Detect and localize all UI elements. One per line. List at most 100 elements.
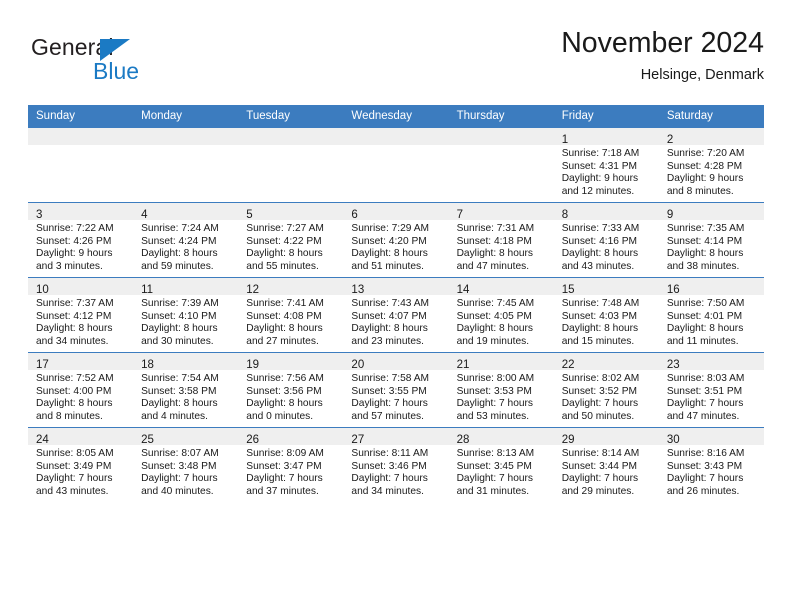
calendar-day-cell[interactable]: 16 Sunrise: 7:50 AM Sunset: 4:01 PM Dayligh… bbox=[658, 277, 764, 353]
day-cell-inner: 29 Sunrise: 8:14 AM Sunset: 3:44 PM Dayligh… bbox=[553, 428, 659, 502]
day-cell-inner bbox=[448, 128, 554, 202]
sunrise-time: Sunrise: 7:24 AM bbox=[141, 223, 219, 234]
day-number: 19 bbox=[246, 359, 260, 371]
calendar-day-cell[interactable]: 29 Sunrise: 8:14 AM Sunset: 3:44 PM Dayligh… bbox=[553, 427, 659, 502]
daylight-duration-line2: and 4 minutes. bbox=[141, 411, 208, 423]
day-cell-details: Sunrise: 7:39 AM Sunset: 4:10 PM Daylight:… bbox=[133, 295, 238, 349]
day-cell-details bbox=[343, 145, 448, 148]
daylight-duration-line1: Daylight: 9 hours bbox=[561, 173, 639, 185]
day-cell-inner: 22 Sunrise: 8:02 AM Sunset: 3:52 PM Dayligh… bbox=[553, 353, 659, 427]
calendar-day-cell[interactable]: 22 Sunrise: 8:02 AM Sunset: 3:52 PM Dayligh… bbox=[553, 352, 659, 428]
calendar-day-cell[interactable]: 19 Sunrise: 7:56 AM Sunset: 3:56 PM Dayligh… bbox=[238, 352, 344, 428]
day-cell-inner: 4 Sunrise: 7:24 AM Sunset: 4:24 PM Daylight… bbox=[133, 203, 239, 277]
calendar-day-cell[interactable]: 12 Sunrise: 7:41 AM Sunset: 4:08 PM Dayligh… bbox=[238, 277, 344, 353]
day-number-band: 16 bbox=[658, 278, 764, 296]
day-number: 16 bbox=[666, 284, 680, 296]
calendar-day-cell[interactable]: 7 Sunrise: 7:31 AM Sunset: 4:18 PM Daylight… bbox=[448, 202, 554, 278]
daylight-duration-line2: and 19 minutes. bbox=[456, 336, 530, 348]
day-cell-inner: 6 Sunrise: 7:29 AM Sunset: 4:20 PM Daylight… bbox=[343, 203, 449, 277]
calendar-day-cell[interactable]: 4 Sunrise: 7:24 AM Sunset: 4:24 PM Daylight… bbox=[133, 202, 239, 278]
general-blue-logo[interactable]: General Blue bbox=[31, 34, 231, 90]
day-cell-inner bbox=[238, 128, 344, 202]
calendar-day-cell[interactable]: 14 Sunrise: 7:45 AM Sunset: 4:05 PM Dayligh… bbox=[448, 277, 554, 353]
daylight-duration-line2: and 40 minutes. bbox=[141, 486, 214, 498]
sunset-time: Sunset: 3:45 PM bbox=[456, 460, 532, 472]
calendar-day-cell[interactable]: 23 Sunrise: 8:03 AM Sunset: 3:51 PM Dayligh… bbox=[658, 352, 764, 428]
day-number: 22 bbox=[561, 359, 575, 371]
daylight-duration-line2: and 26 minutes. bbox=[666, 486, 740, 498]
day-number: 15 bbox=[561, 284, 575, 296]
day-number: 6 bbox=[351, 209, 358, 221]
day-cell-details: Sunrise: 7:37 AM Sunset: 4:12 PM Daylight:… bbox=[28, 295, 133, 349]
day-cell-details bbox=[449, 145, 554, 148]
calendar-day-cell[interactable]: 13 Sunrise: 7:43 AM Sunset: 4:07 PM Dayligh… bbox=[343, 277, 449, 353]
daylight-duration-line1: Daylight: 8 hours bbox=[246, 398, 323, 410]
sunrise-time: Sunrise: 7:48 AM bbox=[561, 298, 640, 309]
day-number-band bbox=[448, 128, 554, 145]
calendar-day-cell[interactable]: 3 Sunrise: 7:22 AM Sunset: 4:26 PM Daylight… bbox=[28, 202, 134, 278]
weekday-header-thursday: Thursday bbox=[448, 105, 554, 128]
calendar-day-cell[interactable]: 15 Sunrise: 7:48 AM Sunset: 4:03 PM Dayligh… bbox=[553, 277, 659, 353]
sunrise-time: Sunrise: 7:45 AM bbox=[456, 298, 535, 309]
calendar-day-cell[interactable]: 28 Sunrise: 8:13 AM Sunset: 3:45 PM Dayligh… bbox=[448, 427, 554, 502]
day-number-band: 20 bbox=[343, 353, 449, 371]
day-number-band: 15 bbox=[553, 278, 659, 296]
day-number-band: 7 bbox=[448, 203, 554, 221]
day-number-band bbox=[238, 128, 344, 145]
calendar-day-cell[interactable]: 10 Sunrise: 7:37 AM Sunset: 4:12 PM Dayligh… bbox=[28, 277, 134, 353]
sunset-time: Sunset: 3:44 PM bbox=[561, 460, 638, 472]
day-number-band: 10 bbox=[28, 278, 134, 296]
daylight-duration-line2: and 51 minutes. bbox=[351, 261, 424, 273]
weekday-header-monday: Monday bbox=[133, 105, 239, 128]
calendar-day-cell[interactable]: 21 Sunrise: 8:00 AM Sunset: 3:53 PM Dayligh… bbox=[448, 352, 554, 428]
day-number-band: 22 bbox=[553, 353, 659, 371]
calendar-day-cell[interactable]: 2 Sunrise: 7:20 AM Sunset: 4:28 PM Daylight… bbox=[658, 128, 764, 203]
daylight-duration-line1: Daylight: 7 hours bbox=[36, 473, 113, 485]
calendar-day-cell[interactable]: 24 Sunrise: 8:05 AM Sunset: 3:49 PM Dayligh… bbox=[28, 427, 134, 502]
daylight-duration-line2: and 38 minutes. bbox=[666, 261, 740, 273]
sunrise-time: Sunrise: 7:41 AM bbox=[246, 298, 324, 309]
daylight-duration-line1: Daylight: 8 hours bbox=[141, 323, 218, 335]
day-number-band: 2 bbox=[658, 128, 764, 146]
sunset-time: Sunset: 3:49 PM bbox=[36, 460, 112, 472]
calendar-day-cell-empty bbox=[343, 128, 449, 203]
day-cell-inner: 24 Sunrise: 8:05 AM Sunset: 3:49 PM Dayligh… bbox=[28, 428, 134, 502]
weekday-header-row: Sunday Monday Tuesday Wednesday Thursday… bbox=[28, 105, 764, 128]
day-number: 8 bbox=[561, 209, 569, 221]
day-cell-inner: 10 Sunrise: 7:37 AM Sunset: 4:12 PM Dayligh… bbox=[28, 278, 134, 352]
sunrise-time: Sunrise: 7:20 AM bbox=[666, 148, 745, 159]
daylight-duration-line2: and 15 minutes. bbox=[561, 336, 635, 348]
calendar-day-cell[interactable]: 5 Sunrise: 7:27 AM Sunset: 4:22 PM Daylight… bbox=[238, 202, 344, 278]
weekday-header-tuesday: Tuesday bbox=[238, 105, 344, 128]
day-number: 24 bbox=[36, 434, 49, 446]
calendar-day-cell[interactable]: 20 Sunrise: 7:58 AM Sunset: 3:55 PM Dayligh… bbox=[343, 352, 449, 428]
calendar-day-cell[interactable]: 9 Sunrise: 7:35 AM Sunset: 4:14 PM Daylight… bbox=[658, 202, 764, 278]
day-cell-details: Sunrise: 7:31 AM Sunset: 4:18 PM Daylight:… bbox=[449, 220, 554, 274]
calendar-day-cell[interactable]: 6 Sunrise: 7:29 AM Sunset: 4:20 PM Daylight… bbox=[343, 202, 449, 278]
calendar-day-cell[interactable]: 27 Sunrise: 8:11 AM Sunset: 3:46 PM Dayligh… bbox=[343, 427, 449, 502]
day-number-band: 1 bbox=[553, 128, 659, 146]
calendar-day-cell[interactable]: 18 Sunrise: 7:54 AM Sunset: 3:58 PM Dayligh… bbox=[133, 352, 239, 428]
daylight-duration-line1: Daylight: 8 hours bbox=[456, 323, 534, 335]
daylight-duration-line2: and 47 minutes. bbox=[456, 261, 530, 273]
calendar-day-cell[interactable]: 25 Sunrise: 8:07 AM Sunset: 3:48 PM Dayligh… bbox=[133, 427, 239, 502]
calendar-day-cell[interactable]: 1 Sunrise: 7:18 AM Sunset: 4:31 PM Daylight… bbox=[553, 128, 659, 203]
day-number: 30 bbox=[666, 434, 680, 446]
day-number: 21 bbox=[456, 359, 470, 371]
sunset-time: Sunset: 3:53 PM bbox=[456, 385, 532, 397]
daylight-duration-line2: and 34 minutes. bbox=[36, 336, 109, 348]
day-number: 27 bbox=[351, 434, 365, 446]
sunrise-time: Sunrise: 8:07 AM bbox=[141, 448, 219, 459]
daylight-duration-line1: Daylight: 7 hours bbox=[666, 398, 744, 410]
sunset-time: Sunset: 3:58 PM bbox=[141, 385, 217, 397]
calendar-day-cell[interactable]: 11 Sunrise: 7:39 AM Sunset: 4:10 PM Dayligh… bbox=[133, 277, 239, 353]
day-number: 1 bbox=[561, 134, 569, 146]
daylight-duration-line2: and 27 minutes. bbox=[246, 336, 319, 348]
calendar-day-cell[interactable]: 17 Sunrise: 7:52 AM Sunset: 4:00 PM Dayligh… bbox=[28, 352, 134, 428]
sunrise-time: Sunrise: 7:54 AM bbox=[141, 373, 219, 384]
daylight-duration-line1: Daylight: 9 hours bbox=[36, 248, 113, 260]
calendar-day-cell[interactable]: 30 Sunrise: 8:16 AM Sunset: 3:43 PM Dayligh… bbox=[658, 427, 764, 502]
day-number-band: 26 bbox=[238, 428, 344, 446]
calendar-day-cell[interactable]: 8 Sunrise: 7:33 AM Sunset: 4:16 PM Daylight… bbox=[553, 202, 659, 278]
calendar-day-cell[interactable]: 26 Sunrise: 8:09 AM Sunset: 3:47 PM Dayligh… bbox=[238, 427, 344, 502]
